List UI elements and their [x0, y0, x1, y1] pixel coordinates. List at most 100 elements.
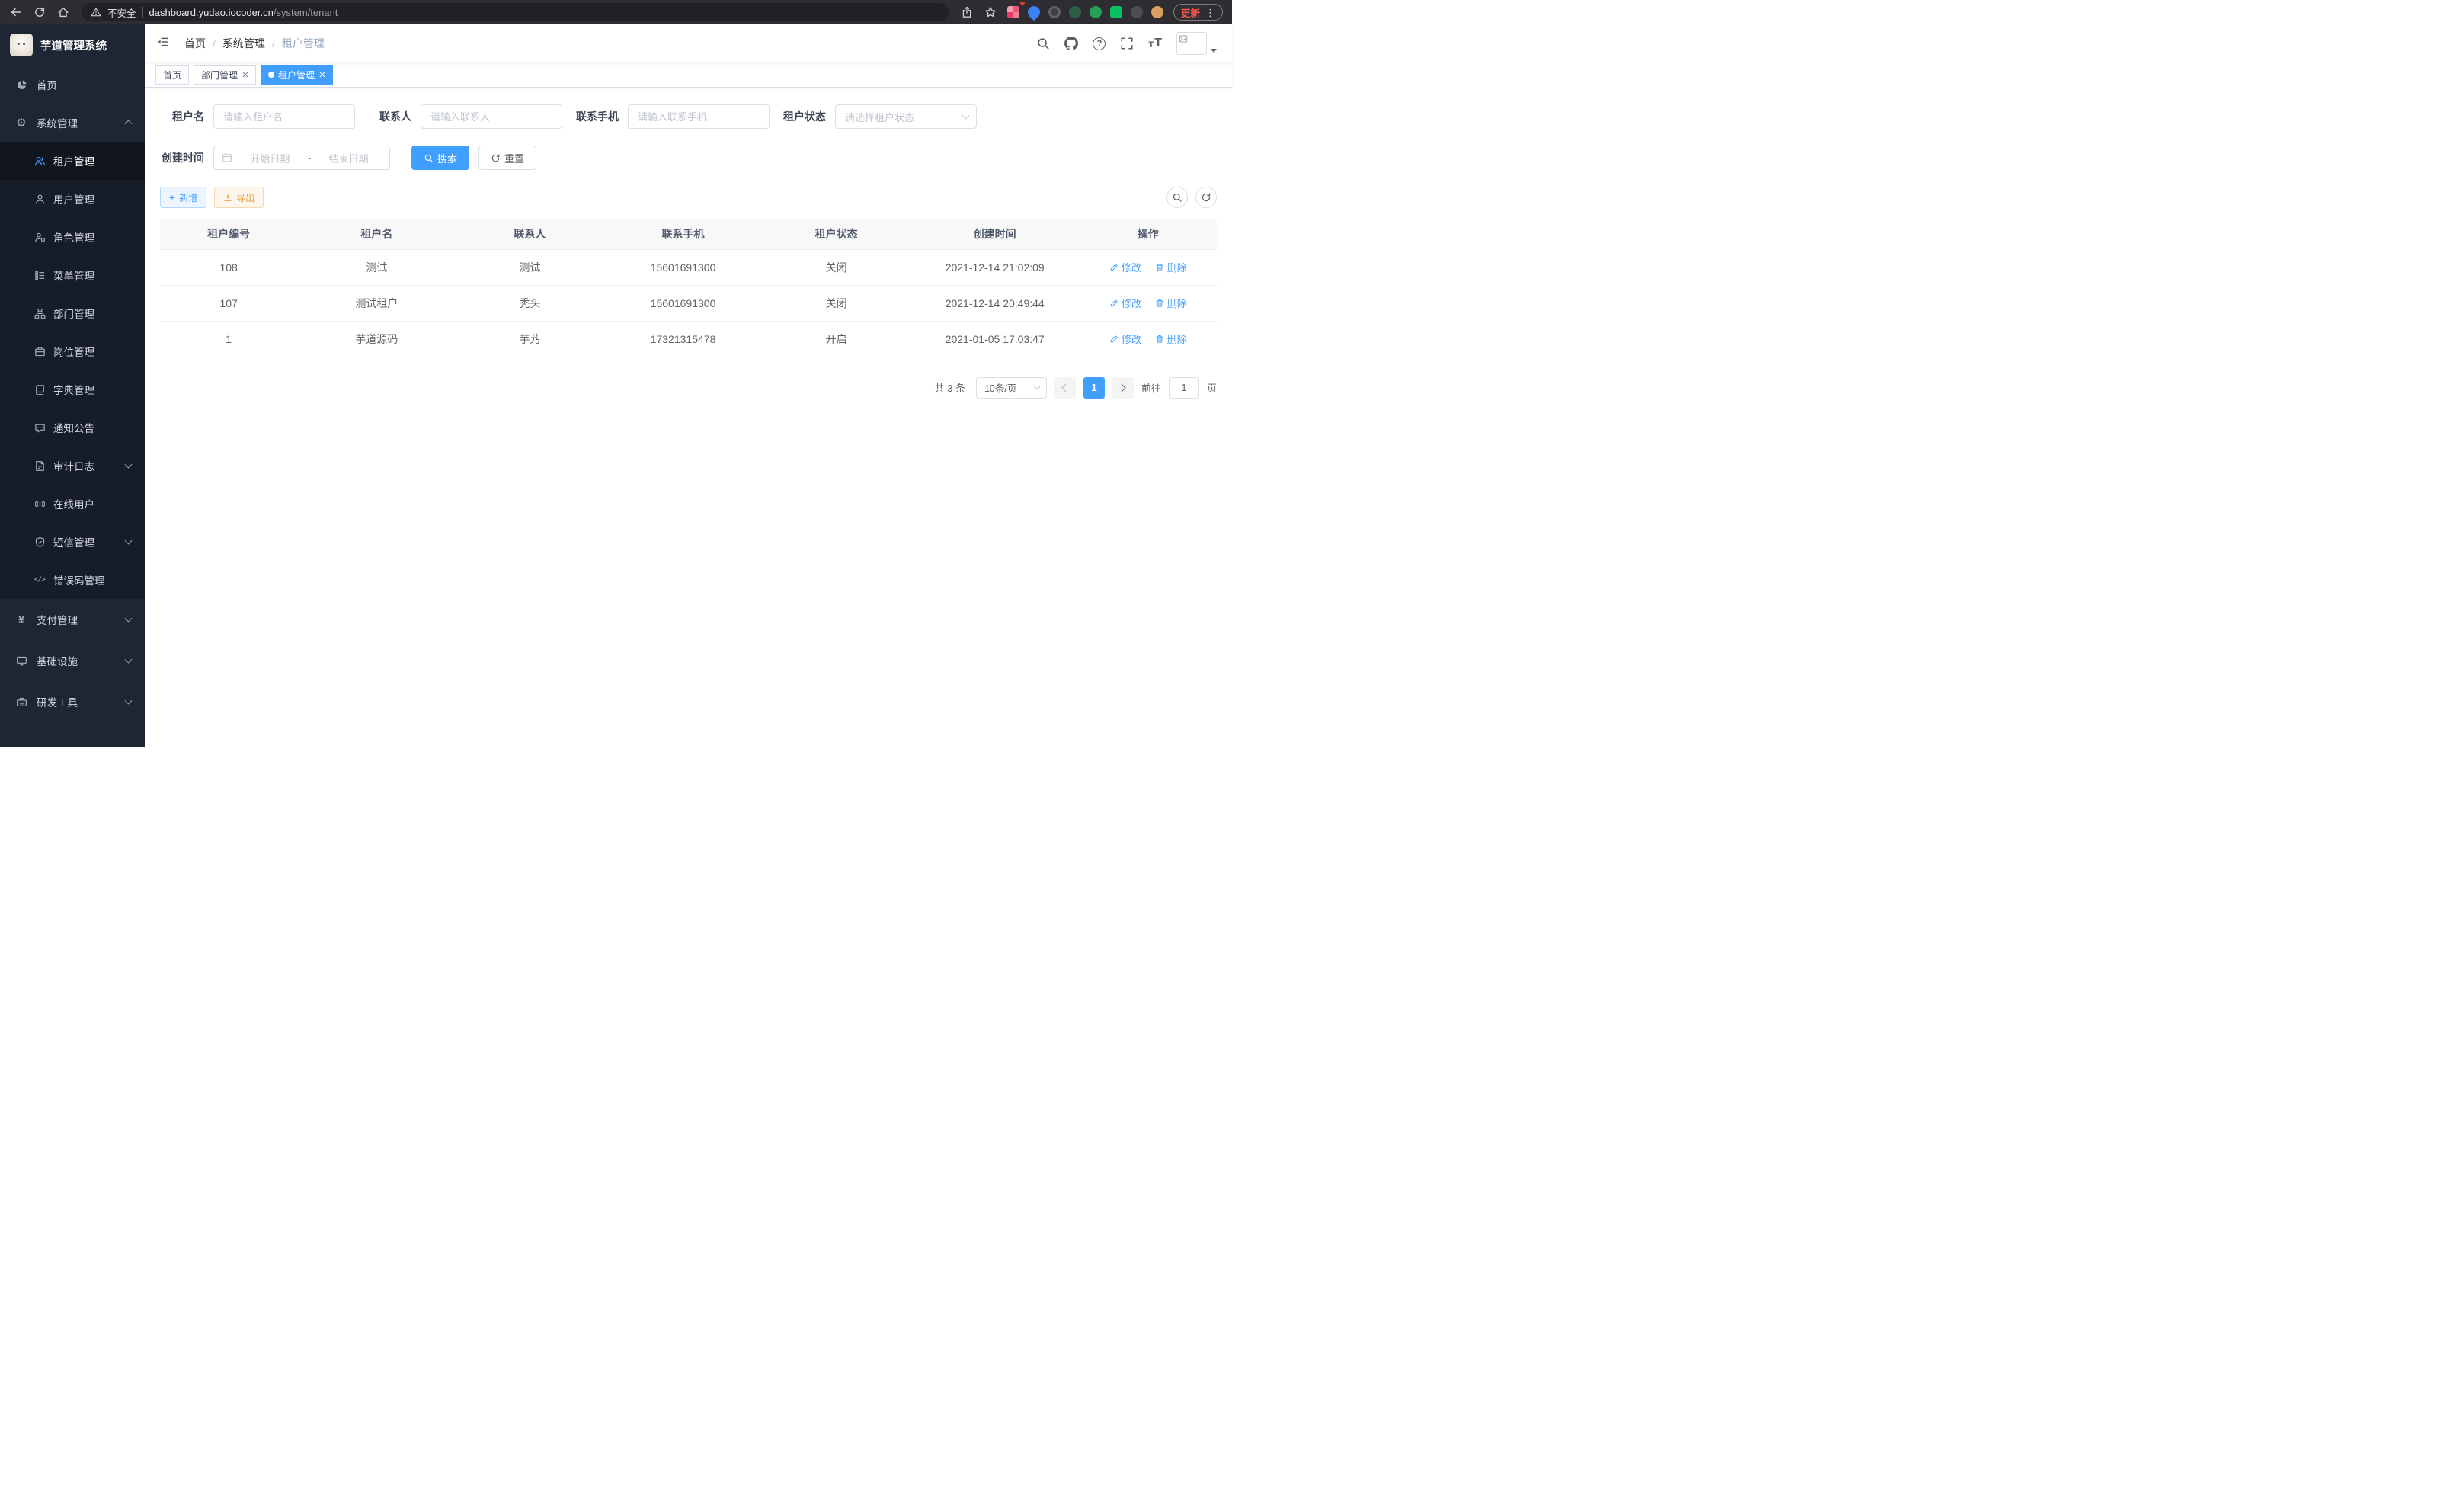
edit-link[interactable]: 修改: [1109, 296, 1141, 310]
sidebar-item-label: 系统管理: [37, 115, 78, 130]
delete-label: 删除: [1167, 296, 1187, 310]
sidebar-item-sms[interactable]: 短信管理: [0, 523, 145, 561]
sidebar-item-label: 岗位管理: [53, 344, 94, 359]
system-submenu: 租户管理 用户管理 角色管理 菜单管理 部门管理: [0, 142, 145, 599]
pagination: 共 3 条 10条/页 1 前往 页: [160, 377, 1217, 399]
hamburger-icon[interactable]: [157, 36, 172, 51]
start-date-input[interactable]: 开始日期: [237, 151, 303, 165]
sidebar-item-error-code[interactable]: </> 错误码管理: [0, 561, 145, 599]
browser-chrome: 不安全 dashboard.yudao.iocoder.cn/system/te…: [0, 0, 1232, 24]
home-icon[interactable]: [56, 5, 70, 19]
search-button[interactable]: 搜索: [411, 146, 469, 170]
create-time-field: 创建时间 开始日期 - 结束日期: [160, 146, 390, 170]
sidebar-item-user[interactable]: 用户管理: [0, 180, 145, 218]
page-size-label: 10条/页: [984, 380, 1032, 395]
extension-icon[interactable]: [1048, 6, 1061, 18]
browser-menu-icon[interactable]: ⋮: [1205, 8, 1215, 18]
refresh-icon[interactable]: [33, 5, 46, 19]
extension-icon[interactable]: [1007, 6, 1019, 18]
header-search-icon[interactable]: [1036, 37, 1050, 50]
add-button[interactable]: + 新增: [160, 187, 206, 208]
help-icon[interactable]: ?: [1093, 37, 1106, 50]
sidebar-item-notice[interactable]: 通知公告: [0, 408, 145, 447]
breadcrumb-home[interactable]: 首页: [184, 36, 206, 51]
refresh-table-button[interactable]: [1195, 187, 1217, 208]
sidebar-item-dict[interactable]: 字典管理: [0, 370, 145, 408]
export-button[interactable]: 导出: [214, 187, 264, 208]
cell-tenant-id: 107: [160, 285, 297, 321]
close-icon[interactable]: [318, 72, 325, 78]
sidebar-item-online-users[interactable]: 在线用户: [0, 485, 145, 523]
cell-actions: 修改 删除: [1080, 321, 1217, 357]
caret-down-icon: [1211, 49, 1217, 53]
trash-icon: [1155, 299, 1164, 308]
tenant-status-select[interactable]: 请选择租户状态: [835, 104, 977, 129]
edit-label: 修改: [1122, 260, 1141, 274]
breadcrumb-system[interactable]: 系统管理: [222, 36, 265, 51]
contact-input[interactable]: [421, 104, 562, 129]
browser-profile-avatar[interactable]: [1151, 6, 1163, 18]
pencil-icon: [1109, 299, 1118, 308]
github-icon[interactable]: [1064, 37, 1078, 50]
sidebar-item-menu[interactable]: 菜单管理: [0, 256, 145, 294]
extension-icon[interactable]: [1110, 6, 1122, 18]
delete-link[interactable]: 删除: [1155, 331, 1187, 346]
bookmark-star-icon[interactable]: [984, 5, 997, 19]
page-size-select[interactable]: 10条/页: [976, 377, 1047, 399]
cell-created: 2021-12-14 20:49:44: [910, 285, 1080, 321]
extensions-puzzle-icon[interactable]: [1131, 6, 1143, 18]
tab-home[interactable]: 首页: [155, 65, 189, 85]
sidebar-item-system[interactable]: ⚙ 系统管理: [0, 104, 145, 142]
download-icon: [223, 193, 232, 202]
sidebar-item-dept[interactable]: 部门管理: [0, 294, 145, 332]
sidebar-item-payment[interactable]: ¥ 支付管理: [0, 599, 145, 640]
share-icon[interactable]: [960, 5, 974, 19]
font-size-icon[interactable]: TT: [1148, 37, 1162, 50]
phone-input[interactable]: [628, 104, 770, 129]
goto-page-input[interactable]: [1169, 377, 1199, 399]
filter-row-1: 租户名 联系人 联系手机 租户状态 请选择租户状态: [160, 104, 1217, 129]
extension-icon[interactable]: [1090, 6, 1102, 18]
back-icon[interactable]: [9, 5, 23, 19]
app-logo[interactable]: 芋道管理系统: [0, 24, 145, 66]
book-icon: [34, 383, 46, 395]
extension-icon[interactable]: [1026, 4, 1043, 21]
sidebar-item-role[interactable]: 角色管理: [0, 218, 145, 256]
edit-link[interactable]: 修改: [1109, 331, 1141, 346]
create-time-label: 创建时间: [160, 150, 204, 165]
toggle-search-button[interactable]: [1166, 187, 1188, 208]
sidebar-item-label: 审计日志: [53, 458, 94, 473]
extension-icon[interactable]: [1069, 6, 1081, 18]
reset-button-label: 重置: [504, 151, 524, 165]
user-avatar[interactable]: [1176, 32, 1217, 55]
delete-link[interactable]: 删除: [1155, 296, 1187, 310]
edit-link[interactable]: 修改: [1109, 260, 1141, 274]
trash-icon: [1155, 335, 1164, 344]
fullscreen-icon[interactable]: [1120, 37, 1134, 50]
tenant-name-input[interactable]: [213, 104, 355, 129]
security-label[interactable]: 不安全: [107, 5, 136, 20]
end-date-input[interactable]: 结束日期: [315, 151, 382, 165]
address-bar[interactable]: 不安全 dashboard.yudao.iocoder.cn/system/te…: [82, 3, 949, 21]
update-button[interactable]: 更新 ⋮: [1173, 4, 1223, 21]
sidebar-item-tenant[interactable]: 租户管理: [0, 142, 145, 180]
page-number-button[interactable]: 1: [1083, 377, 1105, 399]
reset-button[interactable]: 重置: [478, 146, 536, 170]
create-time-range-picker[interactable]: 开始日期 - 结束日期: [213, 146, 390, 170]
security-warning-icon[interactable]: [91, 7, 101, 18]
sidebar-item-dev-tools[interactable]: 研发工具: [0, 681, 145, 722]
close-icon[interactable]: [242, 72, 248, 78]
date-range-separator: -: [308, 152, 311, 164]
breadcrumb-separator: /: [213, 37, 216, 50]
sidebar-item-audit-log[interactable]: 审计日志: [0, 447, 145, 485]
sidebar-item-infrastructure[interactable]: 基础设施: [0, 640, 145, 681]
delete-link[interactable]: 删除: [1155, 260, 1187, 274]
broken-image-icon: [1176, 32, 1207, 55]
sidebar-item-home[interactable]: 首页: [0, 66, 145, 104]
sidebar-item-post[interactable]: 岗位管理: [0, 332, 145, 370]
tab-tenant[interactable]: 租户管理: [261, 65, 333, 85]
next-page-button[interactable]: [1112, 377, 1134, 399]
role-icon: [34, 231, 46, 243]
tab-dept[interactable]: 部门管理: [194, 65, 256, 85]
prev-page-button[interactable]: [1054, 377, 1076, 399]
